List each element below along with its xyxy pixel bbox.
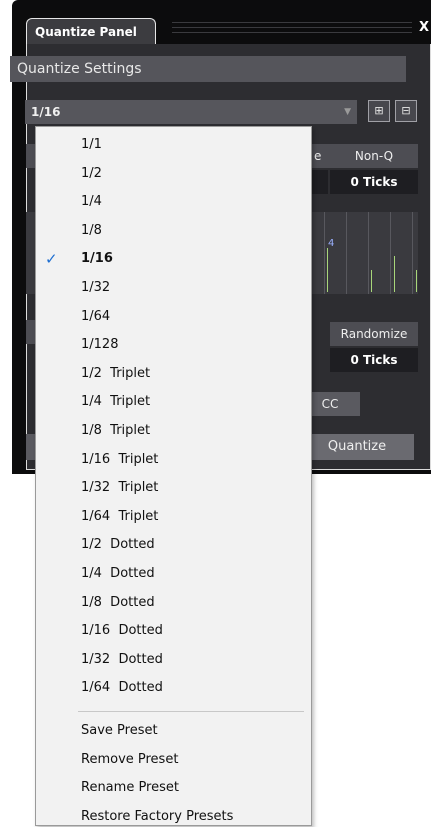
quantize-button[interactable]: Quantize bbox=[300, 434, 414, 460]
grid-line bbox=[412, 212, 413, 294]
menu-item-1-16-Dotted[interactable]: 1/16 Dotted bbox=[81, 621, 163, 641]
menu-item-1-4-Dotted[interactable]: 1/4 Dotted bbox=[81, 564, 155, 584]
menu-item-1-2-Dotted[interactable]: 1/2 Dotted bbox=[81, 535, 155, 555]
save-preset-icon[interactable]: ⊞ bbox=[368, 100, 390, 122]
menu-separator bbox=[78, 711, 304, 712]
drag-grip-line bbox=[172, 27, 412, 28]
check-icon: ✓ bbox=[45, 250, 58, 269]
menu-item-1-16-Triplet[interactable]: 1/16 Triplet bbox=[81, 450, 158, 470]
menu-item-1-64-Triplet[interactable]: 1/64 Triplet bbox=[81, 507, 158, 527]
menu-item-rename-preset[interactable]: Rename Preset bbox=[81, 778, 179, 798]
grid-line bbox=[324, 212, 325, 294]
quantize-settings-header: Quantize Settings bbox=[10, 56, 406, 82]
menu-item-1-64[interactable]: 1/64 bbox=[81, 307, 110, 327]
menu-item-1-2-Triplet[interactable]: 1/2 Triplet bbox=[81, 364, 150, 384]
menu-item-1-32-Dotted[interactable]: 1/32 Dotted bbox=[81, 650, 163, 670]
grid-line bbox=[368, 212, 369, 294]
menu-item-1-128[interactable]: 1/128 bbox=[81, 335, 118, 355]
preset-select[interactable]: 1/16 ▼ bbox=[25, 100, 357, 124]
menu-item-restore-factory-presets[interactable]: Restore Factory Presets bbox=[81, 807, 233, 827]
grid-marker bbox=[394, 256, 395, 292]
menu-item-1-8-Dotted[interactable]: 1/8 Dotted bbox=[81, 593, 155, 613]
grid-marker bbox=[416, 270, 417, 292]
grid-bar-number: 4 bbox=[328, 238, 335, 249]
column-header-randomize: Randomize bbox=[330, 322, 418, 346]
column-header-non-q: Non-Q bbox=[330, 144, 418, 168]
menu-item-1-8-Triplet[interactable]: 1/8 Triplet bbox=[81, 421, 150, 441]
menu-item-1-2[interactable]: 1/2 bbox=[81, 164, 102, 184]
menu-item-1-8[interactable]: 1/8 bbox=[81, 221, 102, 241]
value-stepper[interactable] bbox=[312, 170, 328, 194]
non-q-value[interactable]: 0 Ticks bbox=[330, 170, 418, 194]
menu-item-1-32-Triplet[interactable]: 1/32 Triplet bbox=[81, 478, 158, 498]
drag-grip-line bbox=[172, 32, 412, 33]
preset-dropdown-menu: 1/1 1/2 1/4 1/8 1/16 ✓ 1/32 1/64 1/128 1/2 Triple… bbox=[35, 126, 312, 826]
menu-item-1-32[interactable]: 1/32 bbox=[81, 278, 110, 298]
menu-item-remove-preset[interactable]: Remove Preset bbox=[81, 750, 178, 770]
grid-marker bbox=[371, 270, 372, 292]
preset-value: 1/16 bbox=[31, 105, 61, 119]
grid-marker bbox=[327, 248, 328, 292]
menu-item-1-64-Dotted[interactable]: 1/64 Dotted bbox=[81, 678, 163, 698]
drag-grip-line bbox=[172, 22, 412, 23]
menu-item-1-1[interactable]: 1/1 bbox=[81, 135, 102, 155]
grid-line bbox=[390, 212, 391, 294]
randomize-value[interactable]: 0 Ticks bbox=[330, 348, 418, 372]
grid-line bbox=[346, 212, 347, 294]
tab-quantize-panel[interactable]: Quantize Panel bbox=[26, 18, 156, 44]
menu-item-1-16[interactable]: 1/16 bbox=[81, 249, 113, 269]
menu-item-1-4[interactable]: 1/4 bbox=[81, 192, 102, 212]
close-icon[interactable]: X bbox=[419, 20, 429, 35]
menu-item-1-4-Triplet[interactable]: 1/4 Triplet bbox=[81, 392, 150, 412]
chevron-down-icon: ▼ bbox=[344, 107, 351, 117]
menu-item-save-preset[interactable]: Save Preset bbox=[81, 721, 158, 741]
remove-preset-icon[interactable]: ⊟ bbox=[395, 100, 417, 122]
